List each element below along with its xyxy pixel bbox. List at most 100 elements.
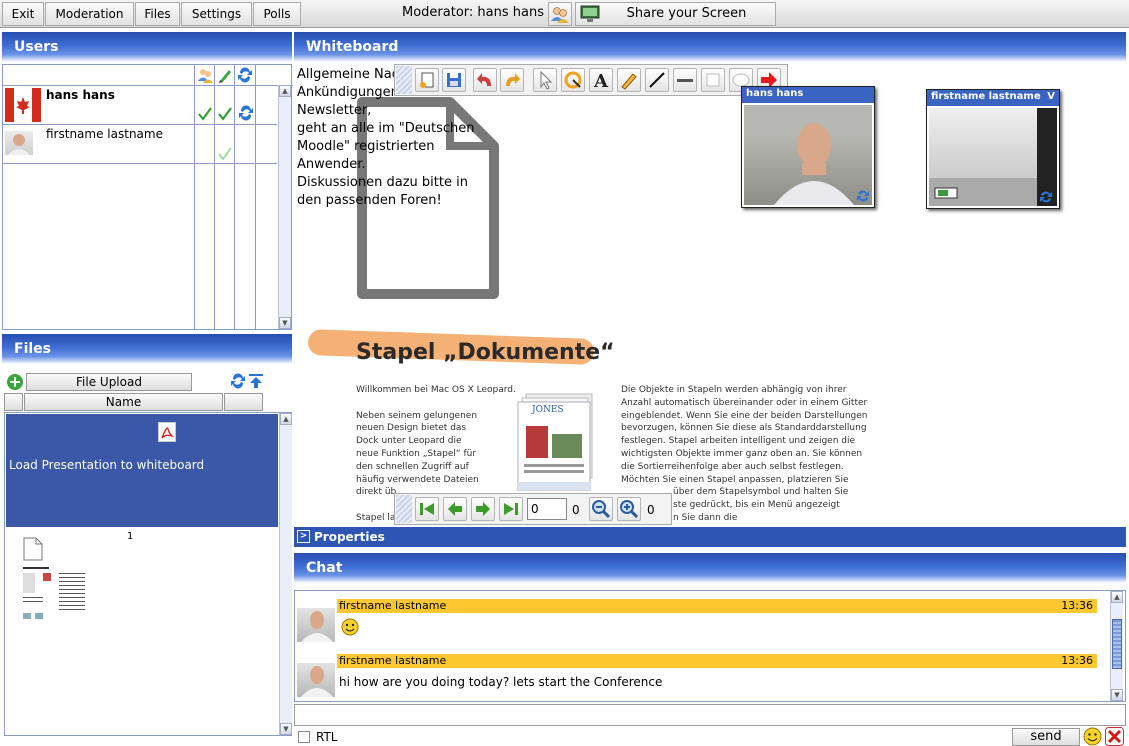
chat-scrollbar[interactable]: ▲ ▼ — [1110, 591, 1123, 701]
users-scrollbar[interactable]: ▲ ▼ — [278, 85, 291, 329]
polls-menu[interactable]: Polls — [253, 2, 301, 26]
drawing-toolbar: A — [394, 64, 788, 96]
scroll-up-icon[interactable]: ▲ — [279, 85, 291, 97]
smiley-icon — [341, 618, 359, 636]
toolbar-grip[interactable] — [396, 495, 412, 523]
doc-line: häufig verwendete Dateien — [356, 474, 479, 485]
monitor-icon — [580, 5, 600, 23]
scroll-down-icon[interactable]: ▼ — [279, 317, 291, 329]
toolbar-grip[interactable] — [396, 66, 412, 94]
divider — [234, 65, 235, 329]
sync-column-icon — [237, 67, 253, 83]
chat-messages: firstname lastname 13:36 firstname lastn… — [294, 590, 1126, 702]
settings-menu[interactable]: Settings — [181, 2, 252, 26]
zoom-in-icon[interactable] — [617, 497, 641, 521]
whiteboard-canvas[interactable]: Allgemeine Nach Ankündigungen Newsletter… — [294, 64, 1126, 526]
video-feed — [744, 105, 872, 205]
files-menu[interactable]: Files — [135, 2, 180, 26]
extra-column-header[interactable] — [224, 393, 263, 411]
moderation-menu[interactable]: Moderation — [45, 2, 134, 26]
doc-line: neuen Design bietet das — [356, 423, 467, 434]
files-scrollbar[interactable]: ▲ ▼ — [279, 413, 292, 735]
pdf-icon — [158, 422, 176, 442]
flag-avatar — [5, 88, 41, 122]
first-page-icon[interactable] — [415, 497, 439, 521]
stack-picture: JONES — [516, 390, 600, 494]
rectangle-tool-icon[interactable] — [701, 68, 725, 92]
user-row[interactable]: firstname lastname — [3, 125, 193, 163]
rtl-label: RTL — [316, 730, 338, 744]
file-upload-button[interactable]: File Upload — [26, 373, 192, 391]
doc-line: Möchten Sie einen Stapel anpassen, platz… — [621, 474, 849, 485]
video-sync-icon[interactable] — [1039, 190, 1053, 204]
chat-input[interactable] — [294, 704, 1126, 726]
message-text: hi how are you doing today? lets start t… — [339, 675, 663, 689]
refresh-icon[interactable] — [230, 373, 246, 389]
zoom-value: 0 — [647, 503, 655, 517]
next-page-icon[interactable] — [471, 497, 495, 521]
select-column-header[interactable] — [4, 393, 23, 411]
new-page-icon[interactable] — [415, 68, 439, 92]
user-row[interactable]: hans hans — [3, 86, 193, 124]
undo-icon[interactable] — [473, 68, 497, 92]
video-feed — [929, 108, 1057, 206]
users-header: Users — [2, 32, 292, 62]
video-title: firstname lastname V — [927, 90, 1059, 106]
chevron-down-icon[interactable]: V — [1047, 91, 1055, 102]
line-tool-icon[interactable] — [645, 68, 669, 92]
expand-icon[interactable]: > — [297, 530, 310, 543]
text-tool-icon[interactable]: A — [589, 68, 613, 92]
scroll-up-icon[interactable]: ▲ — [280, 413, 292, 425]
users-table: hans hans firstname lastname ▲ ▼ — [2, 64, 293, 330]
close-icon[interactable] — [1105, 727, 1124, 746]
plus-icon[interactable] — [6, 373, 24, 391]
pencil-icon[interactable] — [617, 68, 641, 92]
scroll-down-icon[interactable]: ▼ — [1111, 689, 1123, 701]
zoom-out-icon[interactable] — [589, 497, 613, 521]
scroll-up-icon[interactable]: ▲ — [1111, 591, 1123, 603]
underline-tool-icon[interactable] — [673, 68, 697, 92]
properties-bar[interactable]: > Properties — [294, 527, 1126, 547]
send-button[interactable]: send — [1012, 728, 1080, 746]
menu-bar: Exit Moderation Files Settings Polls Mod… — [0, 0, 1129, 28]
divider — [3, 163, 277, 164]
check-icon — [198, 107, 212, 121]
slide-thumbnail[interactable] — [21, 565, 91, 625]
page-nav-toolbar: 0 0 — [394, 493, 672, 525]
chat-avatar — [297, 663, 335, 697]
chat-header: Chat — [294, 553, 1126, 583]
share-screen-button[interactable]: Share your Screen — [575, 2, 776, 26]
save-icon[interactable] — [442, 68, 466, 92]
video-title-text: firstname lastname — [931, 91, 1041, 102]
pointer-target-icon[interactable] — [561, 68, 585, 92]
thumb-label: JONES — [532, 405, 564, 415]
scroll-thumb[interactable] — [1112, 619, 1122, 669]
check-icon — [218, 147, 232, 161]
emoticon-button-icon[interactable] — [1083, 727, 1102, 746]
video-window[interactable]: hans hans — [741, 86, 875, 208]
previous-page-icon[interactable] — [443, 497, 467, 521]
doc-line: Anzahl automatisch übereinander oder in … — [621, 397, 868, 408]
exit-button[interactable]: Exit — [2, 2, 44, 26]
name-column-header[interactable]: Name — [24, 393, 223, 411]
properties-label: Properties — [314, 530, 385, 544]
document-title: Stapel „Dokumente“ — [356, 340, 615, 365]
text-line: Anwender. — [297, 157, 366, 172]
selected-file-item[interactable]: Load Presentation to whiteboard — [6, 414, 278, 527]
moderator-column-icon — [197, 67, 213, 83]
pointer-icon[interactable] — [533, 68, 557, 92]
rtl-checkbox[interactable] — [298, 731, 310, 743]
scroll-down-icon[interactable]: ▼ — [280, 723, 292, 735]
video-window[interactable]: firstname lastname V — [926, 89, 1060, 209]
last-page-icon[interactable] — [499, 497, 523, 521]
page-number-input[interactable] — [527, 498, 567, 520]
check-icon — [218, 107, 232, 121]
load-presentation-link[interactable]: Load Presentation to whiteboard — [9, 458, 204, 472]
moderator-users-icon[interactable] — [548, 2, 572, 26]
video-title: hans hans — [742, 87, 874, 103]
video-sync-icon[interactable] — [856, 189, 870, 203]
page-total: 0 — [572, 503, 580, 517]
sync-icon[interactable] — [238, 105, 254, 121]
redo-icon[interactable] — [500, 68, 524, 92]
upload-arrow-icon[interactable] — [248, 373, 264, 389]
